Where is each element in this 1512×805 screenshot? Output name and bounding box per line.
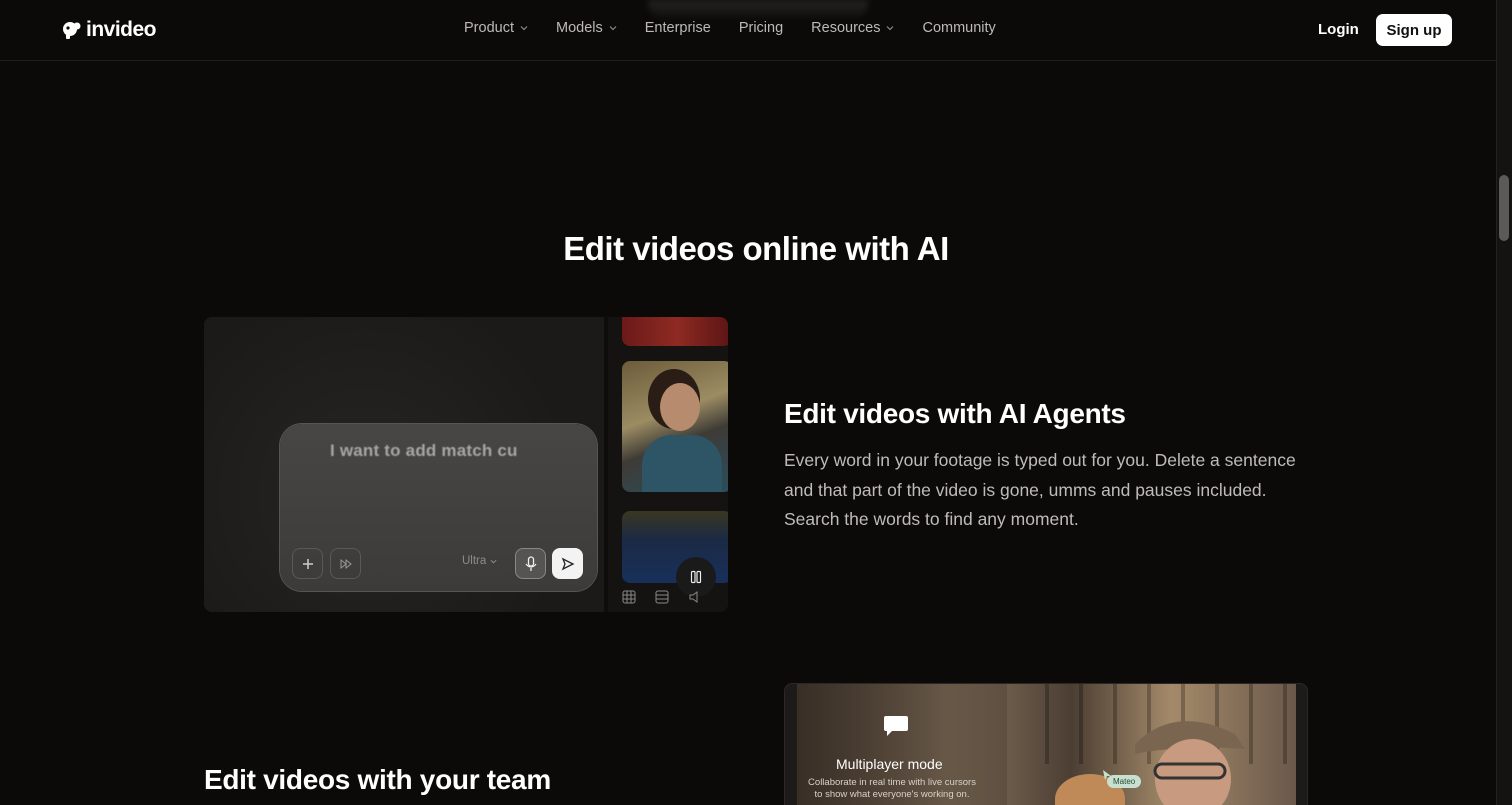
top-navbar: invideo Product Models Enterprise Pricin…	[0, 0, 1496, 61]
invideo-logo-icon	[63, 22, 81, 39]
send-icon	[561, 557, 574, 570]
nav-community[interactable]: Community	[922, 20, 995, 36]
prompt-text: I want to add match cu	[330, 441, 518, 460]
send-button[interactable]	[552, 548, 583, 579]
elderly-man-figure	[1135, 721, 1245, 805]
overlay-description: Collaborate in real time with live curso…	[808, 777, 976, 800]
person-body	[642, 435, 722, 492]
nav-models[interactable]: Models	[556, 20, 617, 36]
nav-resources[interactable]: Resources	[811, 20, 894, 36]
model-select[interactable]: Ultra	[462, 555, 497, 567]
clip-strip	[608, 317, 728, 612]
ai-agents-demo-card: I want to add match cu Ultra	[204, 317, 728, 612]
nav-pricing[interactable]: Pricing	[739, 20, 783, 36]
nav-models-label: Models	[555, 20, 603, 36]
microphone-button[interactable]	[515, 548, 546, 579]
overlay-title: Multiplayer mode	[836, 756, 943, 772]
fast-forward-icon	[340, 558, 352, 569]
multiplayer-demo-card: Multiplayer mode Collaborate in real tim…	[784, 683, 1308, 805]
add-button[interactable]	[292, 548, 323, 579]
microphone-icon	[525, 555, 536, 571]
prompt-box[interactable]: I want to add match cu Ultra	[280, 424, 597, 591]
plus-icon	[302, 558, 313, 569]
pause-icon	[690, 570, 702, 584]
brand-name: invideo	[86, 18, 157, 41]
clip-thumbnail[interactable]	[622, 317, 728, 346]
chevron-down-icon	[887, 26, 894, 31]
grid-view-icon[interactable]	[622, 590, 636, 604]
feature-description: Every word in your footage is typed out …	[784, 450, 1296, 529]
section-title: Edit videos online with AI	[563, 230, 949, 267]
signup-button[interactable]: Sign up	[1376, 14, 1452, 46]
scrollbar-track[interactable]	[1496, 0, 1512, 805]
chevron-down-icon	[520, 26, 528, 31]
login-link[interactable]: Login	[1318, 21, 1359, 38]
nav-pricing-label: Pricing	[738, 20, 784, 36]
fast-forward-button[interactable]	[330, 548, 361, 579]
feature-title: Edit videos with AI Agents	[784, 398, 1126, 429]
nav-links: Product Models Enterprise Pricing Resour…	[464, 20, 996, 36]
feature-title: Edit videos with your team	[204, 764, 551, 795]
sound-icon[interactable]	[688, 590, 702, 604]
brand-logo[interactable]: invideo	[62, 18, 157, 42]
clip-thumbnail[interactable]	[622, 361, 728, 492]
chevron-down-icon	[490, 559, 497, 564]
nav-glow	[648, 0, 868, 18]
chat-bubble-icon	[884, 716, 908, 736]
cursor-name-tag: Mateo	[1107, 775, 1142, 788]
person-figure	[660, 383, 700, 431]
nav-community-label: Community	[922, 20, 996, 36]
nav-product-label: Product	[464, 20, 514, 36]
model-select-label: Ultra	[462, 555, 487, 567]
nav-enterprise-label: Enterprise	[644, 20, 711, 36]
nav-product[interactable]: Product	[464, 20, 528, 36]
nav-resources-label: Resources	[811, 20, 881, 36]
chevron-down-icon	[609, 26, 617, 31]
nav-enterprise[interactable]: Enterprise	[645, 20, 711, 36]
list-view-icon[interactable]	[655, 590, 669, 604]
